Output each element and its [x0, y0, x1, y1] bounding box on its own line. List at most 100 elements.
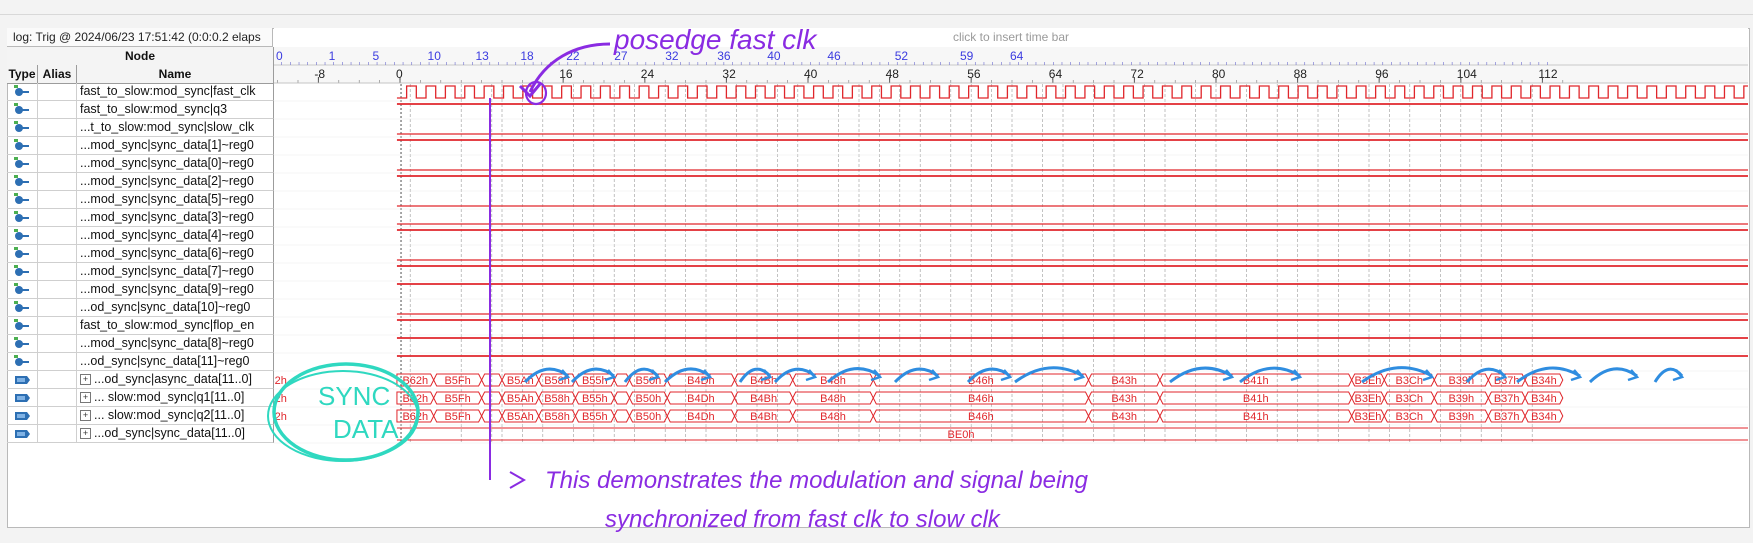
ruler-bottom-label: 64: [1049, 67, 1063, 81]
bus-value-label: B5Ah: [507, 411, 534, 423]
signal-row[interactable]: ...mod_sync|sync_data[5]~reg0: [7, 191, 274, 209]
bus-type-icon: [15, 430, 30, 438]
signal-row[interactable]: ...mod_sync|sync_data[8]~reg0: [7, 335, 274, 353]
bus-value-label: B37h: [1494, 375, 1520, 387]
signal-row[interactable]: ...t_to_slow:mod_sync|slow_clk: [7, 119, 274, 137]
expand-icon[interactable]: +: [80, 428, 91, 439]
ruler-top-label: 32: [665, 49, 679, 63]
signal-row[interactable]: + ...od_sync|sync_data[11..0]: [7, 425, 274, 443]
expand-icon[interactable]: +: [80, 410, 91, 421]
signal-row[interactable]: ...mod_sync|sync_data[4]~reg0: [7, 227, 274, 245]
bus-segment: [613, 391, 631, 405]
waveform-area[interactable]: 015101318222732364046525964-16-801624324…: [233, 47, 1748, 525]
signal-alias-cell: [38, 83, 77, 100]
bus-value-label: B3Eh: [1355, 411, 1382, 423]
signal-name-cell: ...mod_sync|sync_data[6]~reg0: [80, 245, 272, 262]
ruler-bottom-label: 40: [804, 67, 818, 81]
signal-row[interactable]: ...mod_sync|sync_data[0]~reg0: [7, 155, 274, 173]
pin-type-icon: [14, 301, 29, 312]
bus-value-label: B4Dh: [687, 375, 715, 387]
expand-icon[interactable]: +: [80, 374, 91, 385]
bus-value-label: B48h: [820, 375, 846, 387]
signal-type-cell: [7, 245, 38, 262]
signal-row[interactable]: fast_to_slow:mod_sync|flop_en: [7, 317, 274, 335]
bus-value-label: B32h: [274, 375, 287, 387]
bus-value-label: B41h: [1243, 393, 1269, 405]
bus-value-label: B37h: [1494, 393, 1520, 405]
bus-value-label: B32h: [274, 393, 287, 405]
signal-row[interactable]: ...mod_sync|sync_data[2]~reg0: [7, 173, 274, 191]
bus-value-label: B39h: [1448, 375, 1474, 387]
pin-type-icon: [14, 193, 29, 204]
signal-type-cell: [7, 227, 38, 244]
signal-row[interactable]: ...od_sync|sync_data[10]~reg0: [7, 299, 274, 317]
ruler-bottom-label: 56: [967, 67, 981, 81]
bus-value-label: B34h: [1531, 375, 1557, 387]
bus-value-label: B5Ah: [507, 393, 534, 405]
signal-name: ...od_sync|sync_data[10]~reg0: [80, 300, 251, 314]
bus-value-label: B46h: [968, 375, 994, 387]
ruler-bottom-label: 80: [1212, 67, 1226, 81]
bus-value-label: B58h: [544, 411, 570, 423]
insert-time-bar-hint[interactable]: click to insert time bar: [274, 28, 1748, 48]
bus-value-label: B48h: [820, 393, 846, 405]
bus-value-label: B34h: [1531, 393, 1557, 405]
signal-type-cell: [7, 155, 38, 172]
ruler-bottom-label: 112: [1538, 67, 1557, 81]
signal-name: ...mod_sync|sync_data[4]~reg0: [80, 228, 254, 242]
signal-name: ...od_sync|sync_data[11]~reg0: [80, 354, 250, 368]
bus-value-label: B3Eh: [1355, 393, 1382, 405]
ruler-top-label: 1: [329, 49, 336, 63]
signal-row[interactable]: fast_to_slow:mod_sync|q3: [7, 101, 274, 119]
alias-column-header[interactable]: Alias: [38, 65, 77, 83]
bus-value-label: B5Fh: [444, 393, 470, 405]
signal-type-cell: [7, 335, 38, 352]
signal-row[interactable]: ...mod_sync|sync_data[3]~reg0: [7, 209, 274, 227]
bus-value-label: B48h: [820, 411, 846, 423]
signal-row[interactable]: ...od_sync|sync_data[11]~reg0: [7, 353, 274, 371]
ruler-top-label: 27: [614, 49, 628, 63]
bus-value-label: B5Fh: [444, 375, 470, 387]
signal-name-cell: ...t_to_slow:mod_sync|slow_clk: [80, 119, 272, 136]
bus-value-label: B37h: [1494, 411, 1520, 423]
ruler-top-label: 13: [475, 49, 489, 63]
signal-name: ...mod_sync|sync_data[8]~reg0: [80, 336, 254, 350]
pin-type-icon: [14, 139, 29, 150]
signal-row[interactable]: ...mod_sync|sync_data[9]~reg0: [7, 281, 274, 299]
signal-name-cell: ...mod_sync|sync_data[5]~reg0: [80, 191, 272, 208]
ruler-top-label: 0: [276, 49, 283, 63]
ruler-bottom-label: 16: [559, 67, 573, 81]
name-column-header[interactable]: Name: [77, 65, 273, 83]
signal-row[interactable]: + ...od_sync|async_data[11..0]: [7, 371, 274, 389]
ruler-top-label: 52: [895, 49, 909, 63]
signal-name-cell: + ...od_sync|sync_data[11..0]: [80, 425, 272, 442]
waveform-viewer-window: log: Trig @ 2024/06/23 17:51:42 (0:0:0.2…: [0, 0, 1753, 543]
bus-value-label: B50h: [636, 411, 662, 423]
signal-row[interactable]: fast_to_slow:mod_sync|fast_clk: [7, 83, 274, 101]
waveform-canvas[interactable]: 015101318222732364046525964-16-801624324…: [233, 47, 1748, 525]
pin-type-icon: [14, 157, 29, 168]
signal-name: ...mod_sync|sync_data[7]~reg0: [80, 264, 254, 278]
signal-row[interactable]: +... slow:mod_sync|q1[11..0]: [7, 389, 274, 407]
signal-row[interactable]: ...mod_sync|sync_data[1]~reg0: [7, 137, 274, 155]
bus-value-label: B43h: [1111, 375, 1137, 387]
bus-value-label: B50h: [636, 393, 662, 405]
signal-type-cell: [7, 389, 38, 406]
signal-row[interactable]: ...mod_sync|sync_data[6]~reg0: [7, 245, 274, 263]
top-divider: [0, 14, 1753, 15]
bus-segment: [613, 409, 631, 423]
bus-segment: [613, 373, 631, 387]
signal-name: fast_to_slow:mod_sync|q3: [80, 102, 228, 116]
sync-data-value: BE0h: [948, 429, 975, 441]
type-column-header[interactable]: Type: [7, 65, 38, 83]
signal-row[interactable]: +... slow:mod_sync|q2[11..0]: [7, 407, 274, 425]
signal-row[interactable]: ...mod_sync|sync_data[7]~reg0: [7, 263, 274, 281]
expand-icon[interactable]: +: [80, 392, 91, 403]
ruler-bottom-label: -8: [314, 67, 325, 81]
bus-segment: [481, 391, 503, 405]
signal-name-cell: fast_to_slow:mod_sync|flop_en: [80, 317, 272, 334]
signal-alias-cell: [38, 281, 77, 298]
signal-name: ...mod_sync|sync_data[3]~reg0: [80, 210, 254, 224]
bus-value-label: B39h: [1448, 411, 1474, 423]
signal-alias-cell: [38, 137, 77, 154]
